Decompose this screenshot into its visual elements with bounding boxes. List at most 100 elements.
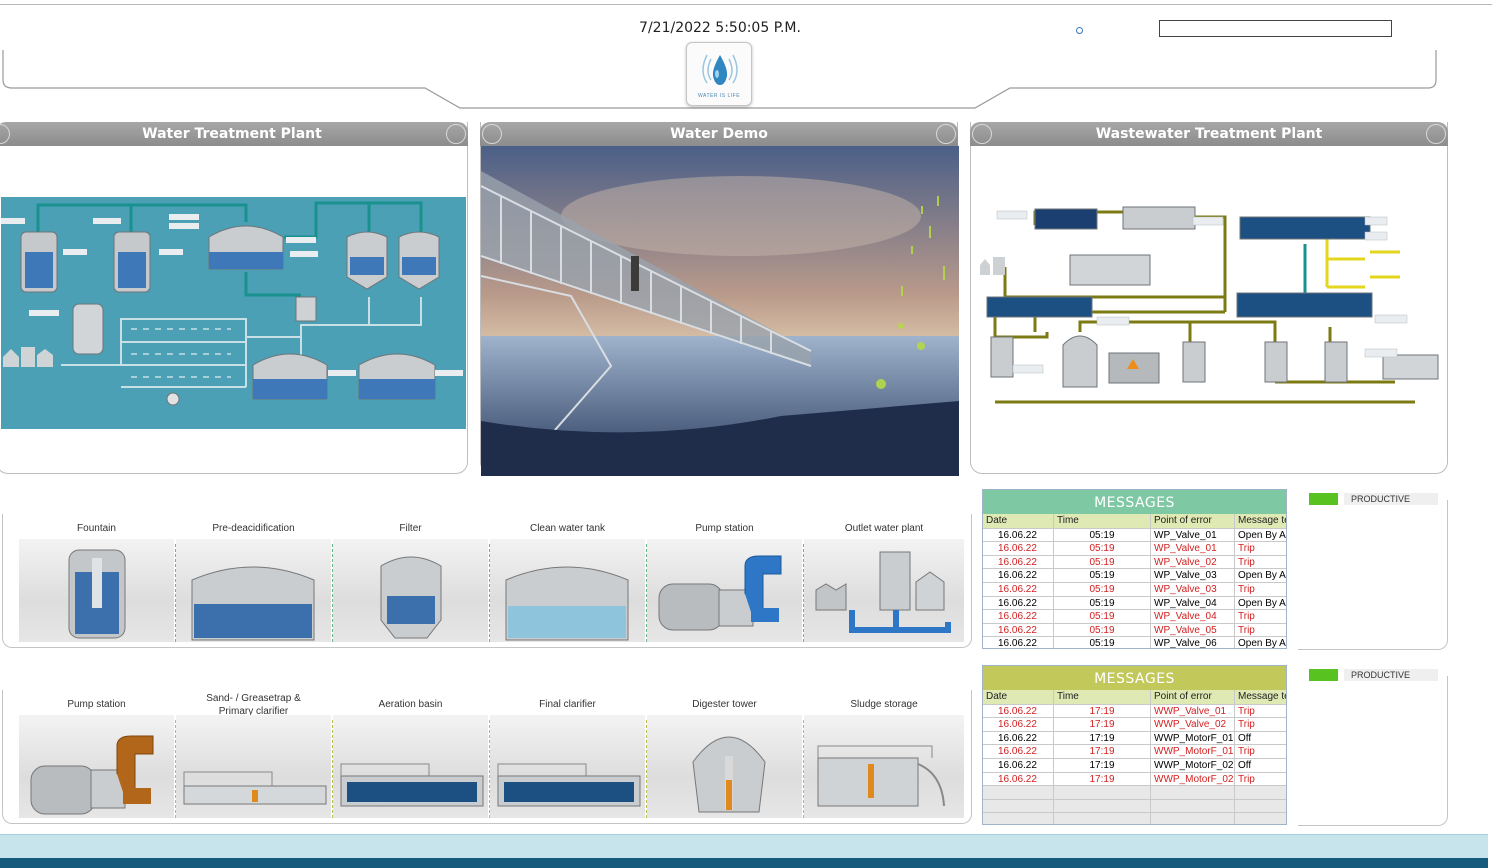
panel-corner-icon bbox=[0, 124, 10, 144]
message-row[interactable]: 16.06.22 17:19 WWP_Valve_02 Trip bbox=[983, 717, 1286, 731]
tank-icon bbox=[505, 566, 629, 641]
message-row[interactable]: 16.06.22 05:19 WP_Valve_04 Open By Au bbox=[983, 595, 1287, 610]
panel-title: Water Demo bbox=[670, 126, 768, 142]
column-time[interactable]: Time bbox=[1054, 690, 1151, 704]
message-row[interactable]: 16.06.22 17:19 WWP_MotorF_02 Off bbox=[983, 757, 1286, 772]
messages-table-wwp[interactable]: MESSAGES Date Time Point of error Messag… bbox=[982, 665, 1287, 825]
message-date: 16.06.22 bbox=[983, 637, 1054, 648]
message-row[interactable]: 16.06.22 05:19 WP_Valve_03 Trip bbox=[983, 581, 1286, 596]
column-date[interactable]: Date bbox=[983, 514, 1054, 528]
equipment-pump-station-ww[interactable]: Pump station bbox=[19, 690, 174, 818]
message-point: WWP_Valve_02 bbox=[1151, 718, 1235, 731]
equipment-sludge-storage[interactable]: Sludge storage bbox=[804, 690, 964, 818]
message-date: 16.06.22 bbox=[983, 772, 1054, 786]
message-row[interactable]: 16.06.22 05:19 WP_Valve_02 Trip bbox=[983, 554, 1286, 569]
equipment-aeration-basin[interactable]: Aeration basin bbox=[333, 690, 488, 818]
message-row[interactable]: 16.06.22 05:19 WP_Valve_06 Open By Au bbox=[983, 636, 1287, 649]
empty-cell bbox=[1151, 813, 1235, 824]
panel-title: Water Treatment Plant bbox=[142, 126, 322, 142]
message-row[interactable]: 16.06.22 17:19 WWP_MotorF_02 Trip bbox=[983, 771, 1286, 786]
panel-corner-icon bbox=[482, 124, 502, 144]
equipment-label: Final clarifier bbox=[539, 699, 596, 710]
message-time: 05:19 bbox=[1054, 542, 1151, 555]
column-time[interactable]: Time bbox=[1054, 514, 1151, 528]
clarifier-icon bbox=[183, 771, 327, 805]
message-row[interactable]: 16.06.22 05:19 WP_Valve_05 Trip bbox=[983, 622, 1286, 637]
equipment-label: Pump station bbox=[695, 523, 754, 534]
equipment-label: Fountain bbox=[77, 523, 116, 534]
water-plant-schematic[interactable] bbox=[1, 197, 466, 429]
status-frame bbox=[1298, 676, 1448, 826]
message-row[interactable]: 16.06.22 05:19 WP_Valve_03 Open By Au bbox=[983, 568, 1286, 582]
column-point-of-error[interactable]: Point of error bbox=[1151, 690, 1235, 704]
message-point: WWP_MotorF_01 bbox=[1151, 731, 1235, 745]
tank-icon bbox=[191, 566, 315, 641]
message-point: WP_Valve_01 bbox=[1151, 528, 1235, 542]
equipment-filter[interactable]: Filter bbox=[333, 514, 488, 642]
message-text: Open By Au bbox=[1238, 597, 1287, 609]
message-time: 17:19 bbox=[1054, 704, 1151, 718]
wastewater-plant-schematic[interactable] bbox=[975, 197, 1445, 417]
message-date: 16.06.22 bbox=[983, 555, 1054, 569]
message-point: WWP_MotorF_01 bbox=[1151, 745, 1235, 758]
water-is-life-logo[interactable]: WATER IS LIFE bbox=[686, 42, 752, 106]
message-date: 16.06.22 bbox=[983, 542, 1054, 555]
equipment-final-clarifier[interactable]: Final clarifier bbox=[490, 690, 645, 818]
messages-title: MESSAGES bbox=[983, 666, 1286, 690]
message-text: Open By Au bbox=[1238, 638, 1287, 649]
equipment-outlet-water-plant[interactable]: Outlet water plant bbox=[804, 514, 964, 642]
equipment-clean-water-tank[interactable]: Clean water tank bbox=[490, 514, 645, 642]
message-row[interactable]: 16.06.22 17:19 WWP_MotorF_01 Off bbox=[983, 730, 1286, 745]
message-row[interactable]: 16.06.22 17:19 WWP_MotorF_01 Trip bbox=[983, 744, 1286, 758]
equipment-label: Sludge storage bbox=[850, 699, 918, 710]
message-point: WP_Valve_04 bbox=[1151, 610, 1235, 623]
messages-header: Date Time Point of error Message te bbox=[983, 690, 1286, 704]
message-time: 05:19 bbox=[1054, 637, 1151, 648]
message-row[interactable]: 16.06.22 17:19 WWP_Valve_01 Trip bbox=[983, 703, 1286, 718]
sludge-tank-icon bbox=[817, 745, 945, 807]
messages-table-wp[interactable]: MESSAGES Date Time Point of error Messag… bbox=[982, 489, 1287, 649]
panel-title: Wastewater Treatment Plant bbox=[1095, 126, 1323, 142]
column-message-text[interactable]: Message te bbox=[1235, 690, 1286, 704]
empty-cell bbox=[1151, 786, 1235, 799]
message-row[interactable]: 16.06.22 05:19 WP_Valve_01 Open By Au bbox=[983, 527, 1286, 542]
equipment-digester-tower[interactable]: Digester tower bbox=[647, 690, 802, 818]
column-message-text[interactable]: Message te bbox=[1235, 514, 1286, 528]
panel-header: Water Treatment Plant bbox=[0, 122, 468, 146]
message-date: 16.06.22 bbox=[983, 582, 1054, 596]
equipment-pump-station[interactable]: Pump station bbox=[647, 514, 802, 642]
message-time: 05:19 bbox=[1054, 528, 1151, 542]
equipment-pre-deacidification[interactable]: Pre-deacidification bbox=[176, 514, 331, 642]
message-row[interactable]: 16.06.22 05:19 WP_Valve_01 Trip bbox=[983, 541, 1286, 555]
message-row-empty bbox=[983, 785, 1286, 799]
message-text: Off bbox=[1238, 759, 1252, 771]
message-point: WP_Valve_03 bbox=[1151, 582, 1235, 596]
equipment-fountain[interactable]: Fountain bbox=[19, 514, 174, 642]
column-date[interactable]: Date bbox=[983, 690, 1054, 704]
empty-cell bbox=[1054, 786, 1151, 799]
message-time: 05:19 bbox=[1054, 569, 1151, 582]
panel-corner-icon bbox=[936, 124, 956, 144]
water-equipment-row: Fountain Pre-deacidification Filter Clea… bbox=[2, 514, 972, 648]
equipment-sand-greasetrap[interactable]: Sand- / Greasetrap & Primary clarifier bbox=[176, 690, 331, 818]
status-dot-icon bbox=[1076, 27, 1083, 34]
message-time: 05:19 bbox=[1054, 582, 1151, 596]
water-treatment-plant-panel: Water Treatment Plant bbox=[0, 122, 468, 474]
message-date: 16.06.22 bbox=[983, 731, 1054, 745]
empty-cell bbox=[1235, 786, 1286, 799]
panel-header: Wastewater Treatment Plant bbox=[970, 122, 1448, 146]
panel-corner-icon bbox=[446, 124, 466, 144]
message-date: 16.06.22 bbox=[983, 758, 1054, 772]
pump-icon bbox=[658, 555, 782, 631]
message-text: Trip bbox=[1238, 543, 1255, 555]
header-input-field[interactable] bbox=[1159, 20, 1392, 37]
message-time: 05:19 bbox=[1054, 623, 1151, 637]
equipment-label: Pump station bbox=[67, 699, 126, 710]
message-date: 16.06.22 bbox=[983, 704, 1054, 718]
water-demo-photo[interactable] bbox=[481, 146, 959, 476]
message-date: 16.06.22 bbox=[983, 610, 1054, 623]
panel-corner-icon bbox=[972, 124, 992, 144]
pump-icon bbox=[30, 735, 154, 815]
column-point-of-error[interactable]: Point of error bbox=[1151, 514, 1235, 528]
message-row[interactable]: 16.06.22 05:19 WP_Valve_04 Trip bbox=[983, 609, 1286, 623]
